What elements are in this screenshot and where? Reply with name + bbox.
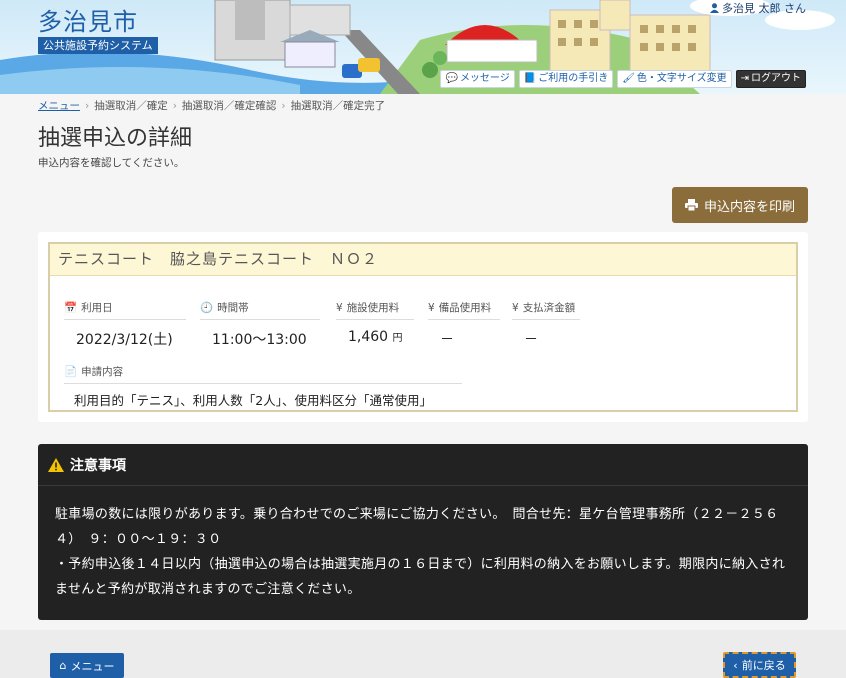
color-text-button[interactable]: 🖌 色・文字サイズ変更 bbox=[617, 70, 732, 88]
city-name: 多治見市 bbox=[38, 8, 138, 36]
user-name: 多治見 太郎 さん bbox=[722, 2, 806, 15]
guide-label: ご利用の手引き bbox=[538, 73, 609, 84]
user-icon bbox=[710, 3, 719, 13]
notice-line: 駐車場の数には限りがあります。乗り合わせでのご来場にご協力ください。 問合せ先：… bbox=[55, 507, 779, 547]
color-text-label: 色・文字サイズ変更 bbox=[636, 73, 727, 84]
warning-icon bbox=[48, 457, 64, 472]
brush-icon: 🖌 bbox=[622, 73, 635, 84]
detail-panel: テニスコート 脇之島テニスコート ＮＯ２ 📅 利用日 2022/3/12(土) 🕘… bbox=[38, 232, 808, 422]
application-field: 📄 申請内容 利用目的「テニス」、利用人数「2人」、使用料区分「通常使用」 bbox=[64, 364, 462, 409]
paid-amount-value: － bbox=[524, 332, 538, 348]
equipment-fee-value: － bbox=[440, 332, 454, 348]
chevron-right-icon: › bbox=[281, 99, 286, 112]
breadcrumb: メニュー › 抽選取消／確定 › 抽選取消／確定確認 › 抽選取消／確定完了 bbox=[38, 98, 385, 113]
date-label: 利用日 bbox=[81, 302, 113, 314]
breadcrumb-item: 抽選取消／確定確認 bbox=[181, 100, 277, 112]
fee-amount: 1,460 bbox=[348, 329, 389, 345]
document-icon: 📄 bbox=[64, 366, 78, 378]
yen-icon: ¥ bbox=[428, 301, 435, 314]
print-label: 申込内容を印刷 bbox=[703, 199, 795, 215]
back-button[interactable]: ‹ 前に戻る bbox=[723, 652, 796, 678]
book-icon: 📘 bbox=[523, 73, 537, 84]
clock-icon: 🕘 bbox=[200, 302, 214, 314]
calendar-icon: 📅 bbox=[64, 302, 78, 314]
notice-panel: 注意事項 駐車場の数には限りがあります。乗り合わせでのご来場にご協力ください。 … bbox=[38, 444, 808, 620]
logout-icon: ⇥ bbox=[740, 73, 749, 84]
menu-button[interactable]: ⌂ メニュー bbox=[50, 653, 124, 678]
printer-icon bbox=[684, 199, 698, 211]
date-value: 2022/3/12(土) bbox=[76, 332, 173, 348]
equipment-fee-field: ¥ 備品使用料 － bbox=[428, 300, 500, 349]
time-field: 🕘 時間帯 11:00〜13:00 bbox=[200, 300, 320, 349]
breadcrumb-item: 抽選取消／確定完了 bbox=[290, 100, 386, 112]
user-info: 多治見 太郎 さん bbox=[710, 0, 806, 16]
fee-field: ¥ 施設使用料 1,460 円 bbox=[336, 300, 414, 345]
chevron-right-icon: › bbox=[85, 99, 90, 112]
date-field: 📅 利用日 2022/3/12(土) bbox=[64, 300, 186, 349]
chevron-left-icon: ‹ bbox=[733, 658, 738, 672]
breadcrumb-item: 抽選取消／確定 bbox=[94, 100, 168, 112]
page-subtitle: 申込内容を確認してください。 bbox=[38, 157, 185, 169]
fee-label: 施設使用料 bbox=[346, 302, 400, 314]
notice-title: 注意事項 bbox=[70, 457, 126, 474]
breadcrumb-menu-link[interactable]: メニュー bbox=[38, 98, 80, 113]
equipment-fee-label: 備品使用料 bbox=[438, 302, 492, 314]
messages-button[interactable]: 💬 メッセージ bbox=[440, 70, 515, 88]
system-name: 公共施設予約システム bbox=[38, 37, 158, 54]
notice-header: 注意事項 bbox=[38, 444, 808, 486]
paid-amount-label: 支払済金額 bbox=[522, 302, 576, 314]
home-icon: ⌂ bbox=[59, 659, 67, 672]
back-label: 前に戻る bbox=[741, 659, 786, 672]
logout-label: ログアウト bbox=[751, 73, 801, 84]
time-value: 11:00〜13:00 bbox=[212, 332, 307, 348]
application-value: 利用目的「テニス」、利用人数「2人」、使用料区分「通常使用」 bbox=[74, 393, 432, 408]
time-label: 時間帯 bbox=[217, 302, 249, 314]
reservation-card: テニスコート 脇之島テニスコート ＮＯ２ 📅 利用日 2022/3/12(土) 🕘… bbox=[48, 242, 798, 412]
guide-button[interactable]: 📘 ご利用の手引き bbox=[518, 70, 614, 88]
header-buttons: 💬 メッセージ 📘 ご利用の手引き 🖌 色・文字サイズ変更 ⇥ ログアウト bbox=[440, 70, 806, 88]
paid-amount-field: ¥ 支払済金額 － bbox=[512, 300, 580, 349]
notice-body: 駐車場の数には限りがあります。乗り合わせでのご来場にご協力ください。 問合せ先：… bbox=[38, 486, 808, 602]
page-title: 抽選申込の詳細 bbox=[38, 126, 193, 151]
chat-icon: 💬 bbox=[445, 73, 458, 84]
logout-button[interactable]: ⇥ ログアウト bbox=[735, 70, 806, 88]
notice-line: ・予約申込後１４日以内（抽選申込の場合は抽選実施月の１６日まで）に利用料の納入を… bbox=[55, 557, 786, 597]
site-header: 多治見市 公共施設予約システム 多治見 太郎 さん 💬 メッセージ 📘 ご利用の… bbox=[0, 0, 846, 94]
fee-unit: 円 bbox=[392, 333, 403, 344]
fee-value: 1,460 円 bbox=[336, 320, 414, 345]
messages-label: メッセージ bbox=[459, 73, 510, 84]
application-label: 申請内容 bbox=[81, 366, 124, 378]
footer-bar bbox=[0, 630, 846, 678]
chevron-right-icon: › bbox=[172, 99, 177, 112]
yen-icon: ¥ bbox=[336, 301, 343, 314]
yen-icon: ¥ bbox=[512, 301, 519, 314]
print-button[interactable]: 申込内容を印刷 bbox=[672, 187, 808, 223]
menu-label: メニュー bbox=[70, 659, 115, 673]
facility-name: テニスコート 脇之島テニスコート ＮＯ２ bbox=[50, 244, 796, 276]
